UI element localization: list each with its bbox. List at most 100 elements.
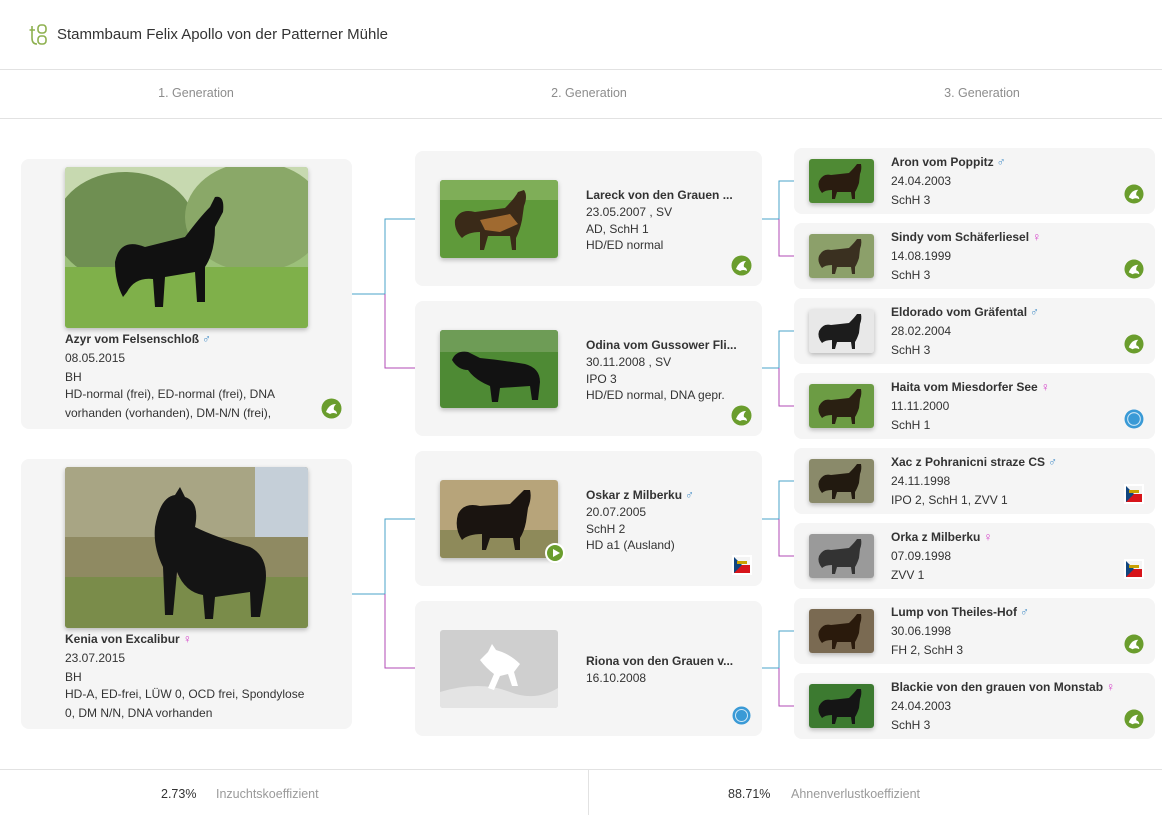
dog-name[interactable]: Riona von den Grauen v...	[586, 654, 746, 668]
gen3-card[interactable]: Orka z Milberku ♀ 07.09.1998 ZVV 1	[794, 523, 1155, 589]
vdh-blue-icon	[1124, 409, 1144, 429]
dog-health: HD/ED normal	[586, 238, 664, 252]
dog-health: HD-A, ED-frei, LÜW 0, OCD frei, Spondylo…	[65, 687, 305, 720]
sv-green-icon	[321, 398, 342, 419]
inbreeding-value: 2.73%	[161, 787, 197, 801]
page-header: Stammbaum Felix Apollo von der Patterner…	[0, 0, 1162, 70]
czech-flag-icon	[732, 555, 752, 575]
dog-photo	[440, 180, 558, 258]
sv-green-icon	[1124, 709, 1144, 729]
male-icon: ♂	[1020, 605, 1029, 619]
male-icon: ♂	[1030, 305, 1040, 319]
dog-title: SchH 3	[891, 343, 931, 357]
dog-birthdate: 24.04.2003	[891, 174, 952, 188]
generation-1-label: 1. Generation	[158, 86, 234, 100]
dog-birthdate: 24.11.1998	[891, 474, 951, 488]
czech-flag-icon	[1124, 484, 1144, 504]
dog-title: BH	[65, 370, 82, 384]
dog-name[interactable]: Kenia von Excalibur ♀	[65, 632, 325, 646]
dog-birthdate: 30.06.1998	[891, 624, 952, 638]
male-icon: ♂	[202, 332, 212, 346]
sv-green-icon	[731, 255, 752, 276]
dog-birthdate: 07.09.1998	[891, 549, 952, 563]
dog-name[interactable]: Lump von Theiles-Hof ♂	[891, 605, 1141, 619]
male-icon: ♂	[685, 488, 695, 502]
dog-name[interactable]: Sindy vom Schäferliesel ♀	[891, 230, 1141, 244]
dog-photo	[440, 330, 558, 408]
video-play-button[interactable]	[545, 543, 565, 563]
dog-name[interactable]: Lareck von den Grauen ...	[586, 188, 746, 202]
female-icon: ♀	[182, 632, 192, 646]
male-icon: ♂	[1048, 455, 1058, 469]
dog-name[interactable]: Aron vom Poppitz ♂	[891, 155, 1141, 169]
gen3-card[interactable]: Eldorado vom Gräfental ♂ 28.02.2004 SchH 3	[794, 298, 1155, 364]
dog-birthdate: 08.05.2015	[65, 351, 126, 365]
dog-name[interactable]: Haita vom Miesdorfer See ♀	[891, 380, 1141, 394]
dog-health: HD a1 (Ausland)	[586, 538, 675, 552]
dog-health: HD-normal (frei), ED-normal (frei), DNA …	[65, 387, 275, 420]
dog-name[interactable]: Eldorado vom Gräfental ♂	[891, 305, 1141, 319]
dog-birthdate: 11.11.2000	[891, 399, 950, 413]
dog-photo	[809, 234, 874, 278]
sv-green-icon	[731, 405, 752, 426]
dog-name[interactable]: Xac z Pohranicni straze CS ♂	[891, 455, 1141, 469]
gen3-card[interactable]: Haita vom Miesdorfer See ♀ 11.11.2000 SchH …	[794, 373, 1155, 439]
generation-3-label: 3. Generation	[944, 86, 1020, 100]
gen1-card-dam[interactable]: Kenia von Excalibur ♀ 23.07.2015 BH HD-A,…	[21, 459, 352, 729]
dog-photo	[809, 309, 874, 353]
gen2-card[interactable]: Lareck von den Grauen ... 23.05.2007 , S…	[415, 151, 762, 286]
female-icon: ♀	[1032, 230, 1042, 244]
dog-title: SchH 3	[891, 193, 931, 207]
dog-name[interactable]: Azyr vom Felsenschloß ♂	[65, 332, 325, 346]
footer-divider	[588, 770, 589, 815]
gen3-card[interactable]: Sindy vom Schäferliesel ♀ 14.08.1999 SchH 3	[794, 223, 1155, 289]
dog-birthdate: 23.05.2007 , SV	[586, 205, 673, 219]
dog-title: FH 2, SchH 3	[891, 643, 964, 657]
dog-name[interactable]: Oskar z Milberku ♂	[586, 488, 746, 502]
gen3-card[interactable]: Blackie von den grauen von Monstab ♀ 24.04…	[794, 673, 1155, 739]
dog-title: SchH 3	[891, 268, 931, 282]
female-icon: ♀	[1040, 380, 1050, 394]
dog-birthdate: 16.10.2008	[586, 671, 647, 685]
female-icon: ♀	[1106, 680, 1116, 694]
gen3-card[interactable]: Xac z Pohranicni straze CS ♂ 24.11.1998 IPO…	[794, 448, 1155, 514]
gen3-card[interactable]: Aron vom Poppitz ♂ 24.04.2003 SchH 3	[794, 148, 1155, 214]
dog-photo	[809, 159, 874, 203]
dog-name[interactable]: Orka z Milberku ♀	[891, 530, 1141, 544]
page-title: Stammbaum Felix Apollo von der Patterner…	[57, 26, 388, 43]
gen2-card[interactable]: Oskar z Milberku ♂ 20.07.2005 SchH 2 HD a…	[415, 451, 762, 586]
female-icon: ♀	[983, 530, 993, 544]
sv-green-icon	[1124, 184, 1144, 204]
dog-photo	[809, 609, 874, 653]
ancestor-loss-value: 88.71%	[728, 787, 771, 801]
ancestor-loss-label: Ahnenverlustkoeffizient	[791, 787, 921, 801]
dog-photo	[809, 534, 874, 578]
dog-photo-placeholder	[440, 630, 558, 708]
generation-bar: 1. Generation 2. Generation 3. Generatio…	[0, 70, 1162, 119]
dog-title: BH	[65, 670, 82, 684]
dog-title: ZVV 1	[891, 568, 925, 582]
pedigree-logo-icon	[29, 24, 49, 46]
dog-birthdate: 20.07.2005	[586, 505, 647, 519]
gen3-card[interactable]: Lump von Theiles-Hof ♂ 30.06.1998 FH 2, Sch…	[794, 598, 1155, 664]
dog-photo	[809, 684, 874, 728]
dog-birthdate: 28.02.2004	[891, 324, 952, 338]
dog-photo	[65, 467, 308, 628]
sv-green-icon	[1124, 259, 1144, 279]
dog-photo	[65, 167, 308, 328]
gen2-card[interactable]: Odina vom Gussower Fli... 30.11.2008 , S…	[415, 301, 762, 436]
gen2-card[interactable]: Riona von den Grauen v... 16.10.2008	[415, 601, 762, 736]
dog-name[interactable]: Odina vom Gussower Fli...	[586, 338, 746, 352]
dog-photo	[440, 480, 558, 558]
dog-birthdate: 30.11.2008 , SV	[586, 355, 672, 369]
male-icon: ♂	[996, 155, 1006, 169]
gen1-card-sire[interactable]: Azyr vom Felsenschloß ♂ 08.05.2015 BH HD-…	[21, 159, 352, 429]
dog-title: IPO 3	[586, 372, 617, 386]
dog-name[interactable]: Blackie von den grauen von Monstab ♀	[891, 680, 1141, 694]
dog-health: HD/ED normal, DNA gepr.	[586, 388, 725, 402]
sv-green-icon	[1124, 334, 1144, 354]
coefficient-footer: 2.73% Inzuchtskoeffizient 88.71% Ahnenve…	[0, 769, 1162, 815]
dog-photo	[809, 459, 874, 503]
dog-birthdate: 24.04.2003	[891, 699, 952, 713]
dog-birthdate: 23.07.2015	[65, 651, 126, 665]
